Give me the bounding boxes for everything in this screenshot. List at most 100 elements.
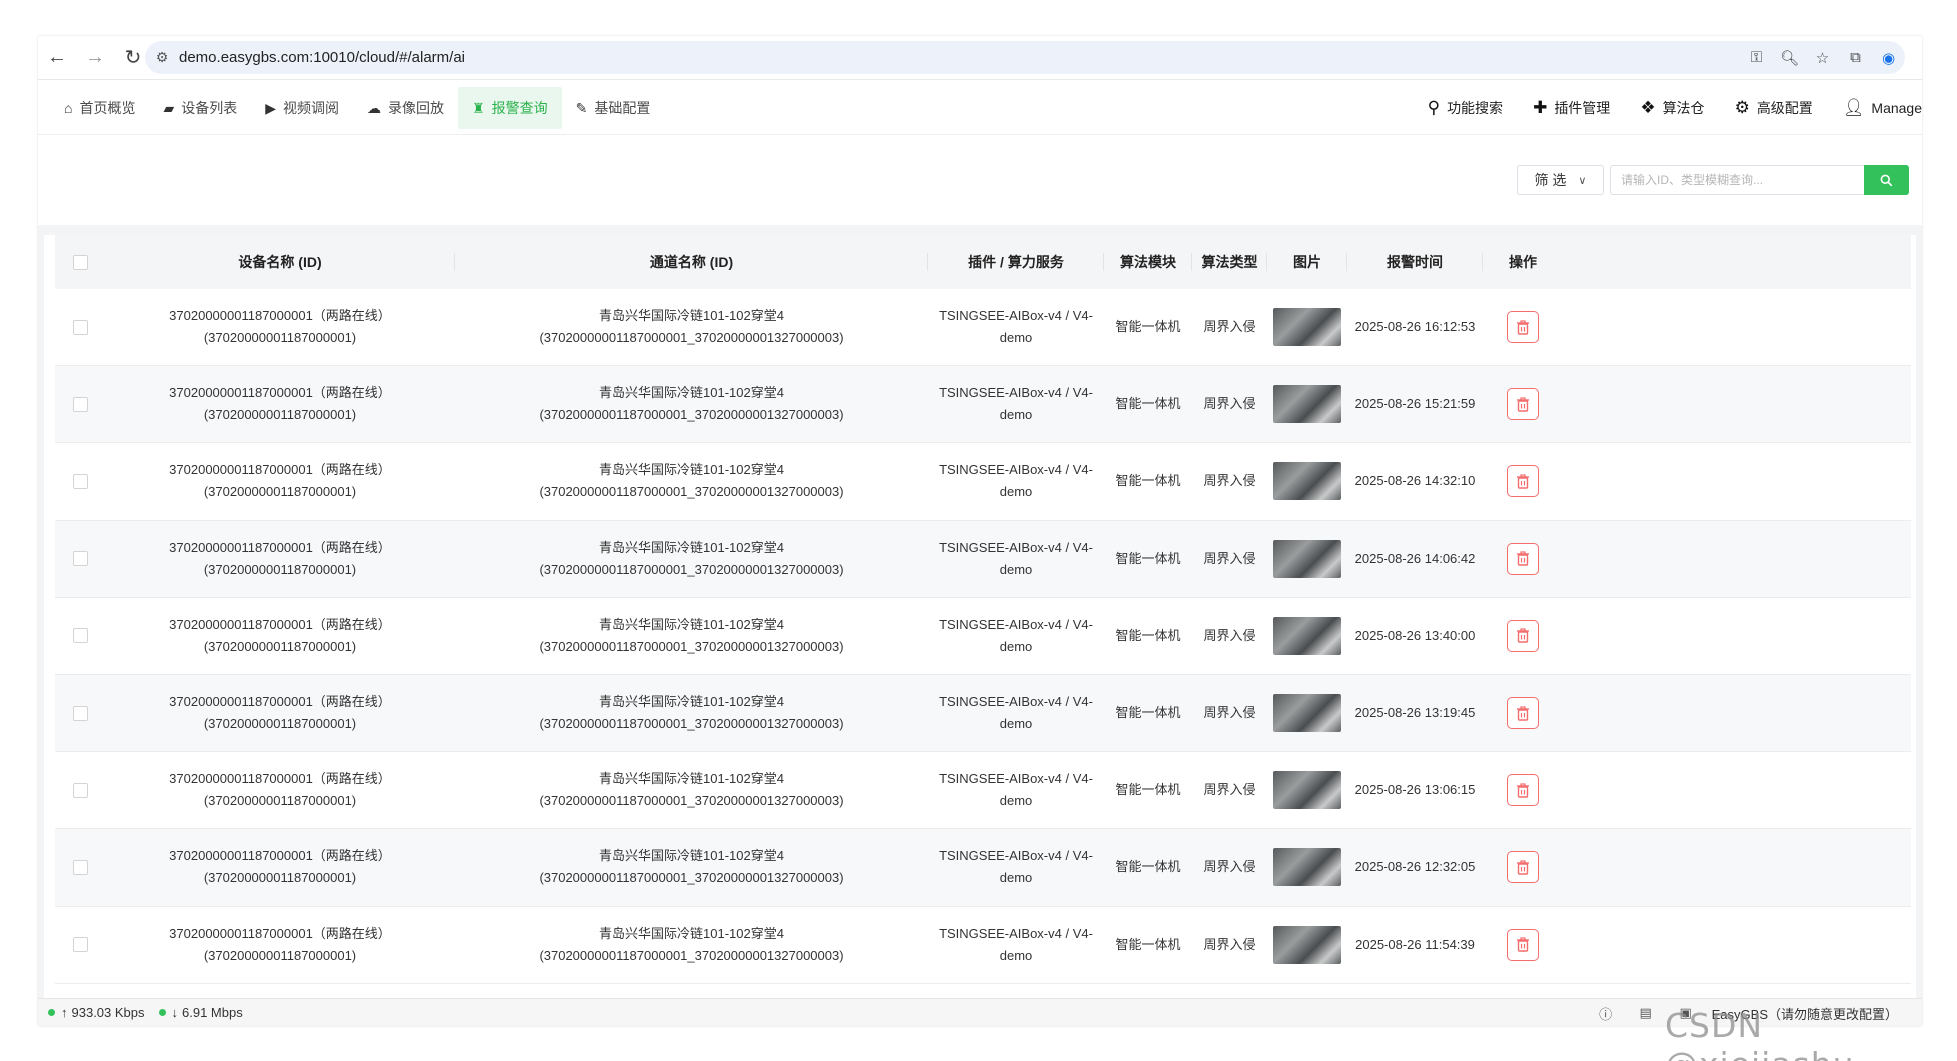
- table-row[interactable]: 37020000001187000001（两路在线） (370200000011…: [55, 674, 1911, 753]
- table-row[interactable]: 37020000001187000001（两路在线） (370200000011…: [55, 752, 1911, 830]
- online-dot-icon: [48, 1009, 55, 1016]
- alarm-snapshot-thumbnail[interactable]: [1273, 616, 1341, 655]
- row-checkbox[interactable]: [72, 628, 88, 644]
- delete-button[interactable]: [1507, 774, 1539, 807]
- delete-button[interactable]: [1507, 697, 1539, 730]
- address-bar[interactable]: ⚙ demo.easygbs.com:10010/cloud/#/alarm/a…: [145, 41, 1905, 74]
- nav-item-playback[interactable]: ☁ 录像回放: [353, 87, 458, 129]
- plugin-cell: TSINGSEE-AIBox-v4 / V4- demo: [928, 752, 1104, 828]
- row-checkbox[interactable]: [72, 396, 88, 412]
- plugin-line: TSINGSEE-AIBox-v4 / V4-: [939, 848, 1093, 864]
- gear-icon: ⚙: [1734, 98, 1750, 117]
- nav-item-search[interactable]: ⚲ 功能搜索: [1413, 87, 1518, 129]
- forward-arrow-icon[interactable]: →: [76, 36, 114, 79]
- chevron-down-icon: ∨: [1578, 174, 1587, 187]
- alarm-snapshot-thumbnail[interactable]: [1273, 385, 1341, 424]
- nav-item-algorithms[interactable]: ❖ 算法仓: [1625, 87, 1719, 129]
- nav-item-config[interactable]: ✎ 基础配置: [562, 87, 665, 129]
- nav-item-home[interactable]: ⌂ 首页概览: [50, 87, 149, 129]
- image-cell: [1267, 443, 1347, 519]
- nav-item-devices[interactable]: ▰ 设备列表: [149, 87, 251, 129]
- back-arrow-icon[interactable]: ←: [38, 36, 76, 79]
- zoom-icon[interactable]: 🔍︎: [1773, 49, 1806, 67]
- delete-button[interactable]: [1507, 542, 1539, 575]
- header-channel[interactable]: 通道名称 (ID): [455, 235, 928, 289]
- nav-item-alarm[interactable]: ♜ 报警查询: [458, 87, 562, 129]
- filter-select[interactable]: 筛 选 ∨: [1517, 165, 1604, 195]
- type-cell: 周界入侵: [1203, 705, 1256, 721]
- search-input[interactable]: [1610, 165, 1864, 195]
- select-all-checkbox[interactable]: [72, 254, 88, 270]
- row-checkbox[interactable]: [72, 551, 88, 567]
- table-row[interactable]: 37020000001187000001（两路在线） (370200000011…: [55, 520, 1911, 598]
- plugin-line: TSINGSEE-AIBox-v4 / V4-: [939, 694, 1093, 710]
- table-row[interactable]: 37020000001187000001（两路在线） (370200000011…: [55, 366, 1911, 444]
- row-checkbox[interactable]: [72, 859, 88, 875]
- alarm-snapshot-thumbnail[interactable]: [1273, 539, 1341, 578]
- alarm-snapshot-thumbnail[interactable]: [1273, 925, 1341, 964]
- nav-label: 报警查询: [491, 100, 548, 116]
- key-icon[interactable]: ⚿: [1740, 49, 1773, 66]
- help-icon[interactable]: ⓘ: [1586, 1004, 1626, 1023]
- table-row[interactable]: 37020000001187000001（两路在线） (370200000011…: [55, 906, 1911, 984]
- delete-button[interactable]: [1507, 851, 1539, 884]
- plugin-line: demo: [999, 407, 1033, 423]
- alarm-snapshot-thumbnail[interactable]: [1273, 308, 1341, 347]
- image-cell: [1267, 521, 1347, 597]
- plugin-line: demo: [999, 870, 1033, 886]
- table-row[interactable]: 37020000001187000001（两路在线） (370200000011…: [55, 597, 1911, 675]
- row-checkbox[interactable]: [72, 937, 88, 953]
- extensions-icon[interactable]: ⧉: [1839, 49, 1872, 66]
- nav-left: ⌂ 首页概览 ▰ 设备列表 ▶ 视频调阅 ☁ 录像回放 ♜ 报警查询 ✎ 基础配…: [50, 87, 664, 129]
- delete-button[interactable]: [1507, 388, 1539, 421]
- delete-button[interactable]: [1507, 311, 1539, 344]
- alarm-snapshot-thumbnail[interactable]: [1273, 462, 1341, 501]
- plugin-cell: TSINGSEE-AIBox-v4 / V4- demo: [928, 675, 1104, 751]
- plugin-line: TSINGSEE-AIBox-v4 / V4-: [939, 308, 1093, 324]
- alarm-snapshot-thumbnail[interactable]: [1273, 771, 1341, 810]
- row-select-cell: [55, 443, 105, 519]
- url-text[interactable]: demo.easygbs.com:10010/cloud/#/alarm/ai: [179, 49, 465, 66]
- header-time[interactable]: 报警时间: [1347, 235, 1483, 289]
- module-cell: 智能一体机: [1115, 936, 1181, 952]
- row-checkbox[interactable]: [72, 473, 88, 489]
- search-button[interactable]: [1864, 165, 1909, 195]
- delete-button[interactable]: [1507, 928, 1539, 961]
- header-device[interactable]: 设备名称 (ID): [105, 235, 455, 289]
- nav-label: 首页概览: [79, 100, 136, 116]
- search-icon: ⚲: [1427, 98, 1441, 117]
- module-cell: 智能一体机: [1115, 550, 1181, 566]
- table-row[interactable]: 37020000001187000001（两路在线） (370200000011…: [55, 289, 1911, 367]
- camera-icon: ▰: [163, 99, 175, 116]
- site-settings-icon[interactable]: ⚙: [145, 49, 179, 66]
- alarm-snapshot-thumbnail[interactable]: [1273, 848, 1341, 887]
- row-checkbox[interactable]: [72, 782, 88, 798]
- header-type[interactable]: 算法类型: [1192, 235, 1267, 289]
- nav-item-advanced[interactable]: ⚙ 高级配置: [1720, 87, 1828, 129]
- module-cell: 智能一体机: [1115, 627, 1181, 643]
- nav-item-video[interactable]: ▶ 视频调阅: [251, 87, 353, 129]
- module-cell: 智能一体机: [1115, 859, 1181, 875]
- table-row[interactable]: 37020000001187000001（两路在线） (370200000011…: [55, 829, 1911, 907]
- header-module[interactable]: 算法模块: [1104, 235, 1192, 289]
- device-cell: 37020000001187000001（两路在线） (370200000011…: [169, 848, 391, 886]
- image-cell: [1267, 829, 1347, 905]
- row-checkbox[interactable]: [72, 319, 88, 335]
- profile-icon[interactable]: ◉: [1872, 49, 1905, 67]
- action-cell: [1483, 521, 1563, 597]
- nav-item-manage[interactable]: 👤︎ Manage: [1828, 87, 1922, 129]
- star-icon[interactable]: ☆: [1806, 49, 1839, 67]
- nav-item-plugins[interactable]: ✚ 插件管理: [1518, 87, 1625, 129]
- upload-arrow-icon: ↑: [61, 1005, 68, 1020]
- image-cell: [1267, 598, 1347, 674]
- table-row[interactable]: 37020000001187000001（两路在线） (370200000011…: [55, 443, 1911, 521]
- alarm-snapshot-thumbnail[interactable]: [1273, 694, 1341, 733]
- delete-button[interactable]: [1507, 465, 1539, 498]
- document-icon[interactable]: ▤: [1626, 1005, 1666, 1021]
- channel-cell: 青岛兴华国际冷链101-102穿堂4 (37020000001187000001…: [539, 385, 844, 423]
- delete-button[interactable]: [1507, 619, 1539, 652]
- alarm-table: 设备名称 (ID) 通道名称 (ID) 插件 / 算力服务 算法模块 算法类型 …: [44, 235, 1916, 1011]
- header-plugin[interactable]: 插件 / 算力服务: [928, 235, 1104, 289]
- row-checkbox[interactable]: [72, 705, 88, 721]
- trash-icon: [1517, 397, 1529, 412]
